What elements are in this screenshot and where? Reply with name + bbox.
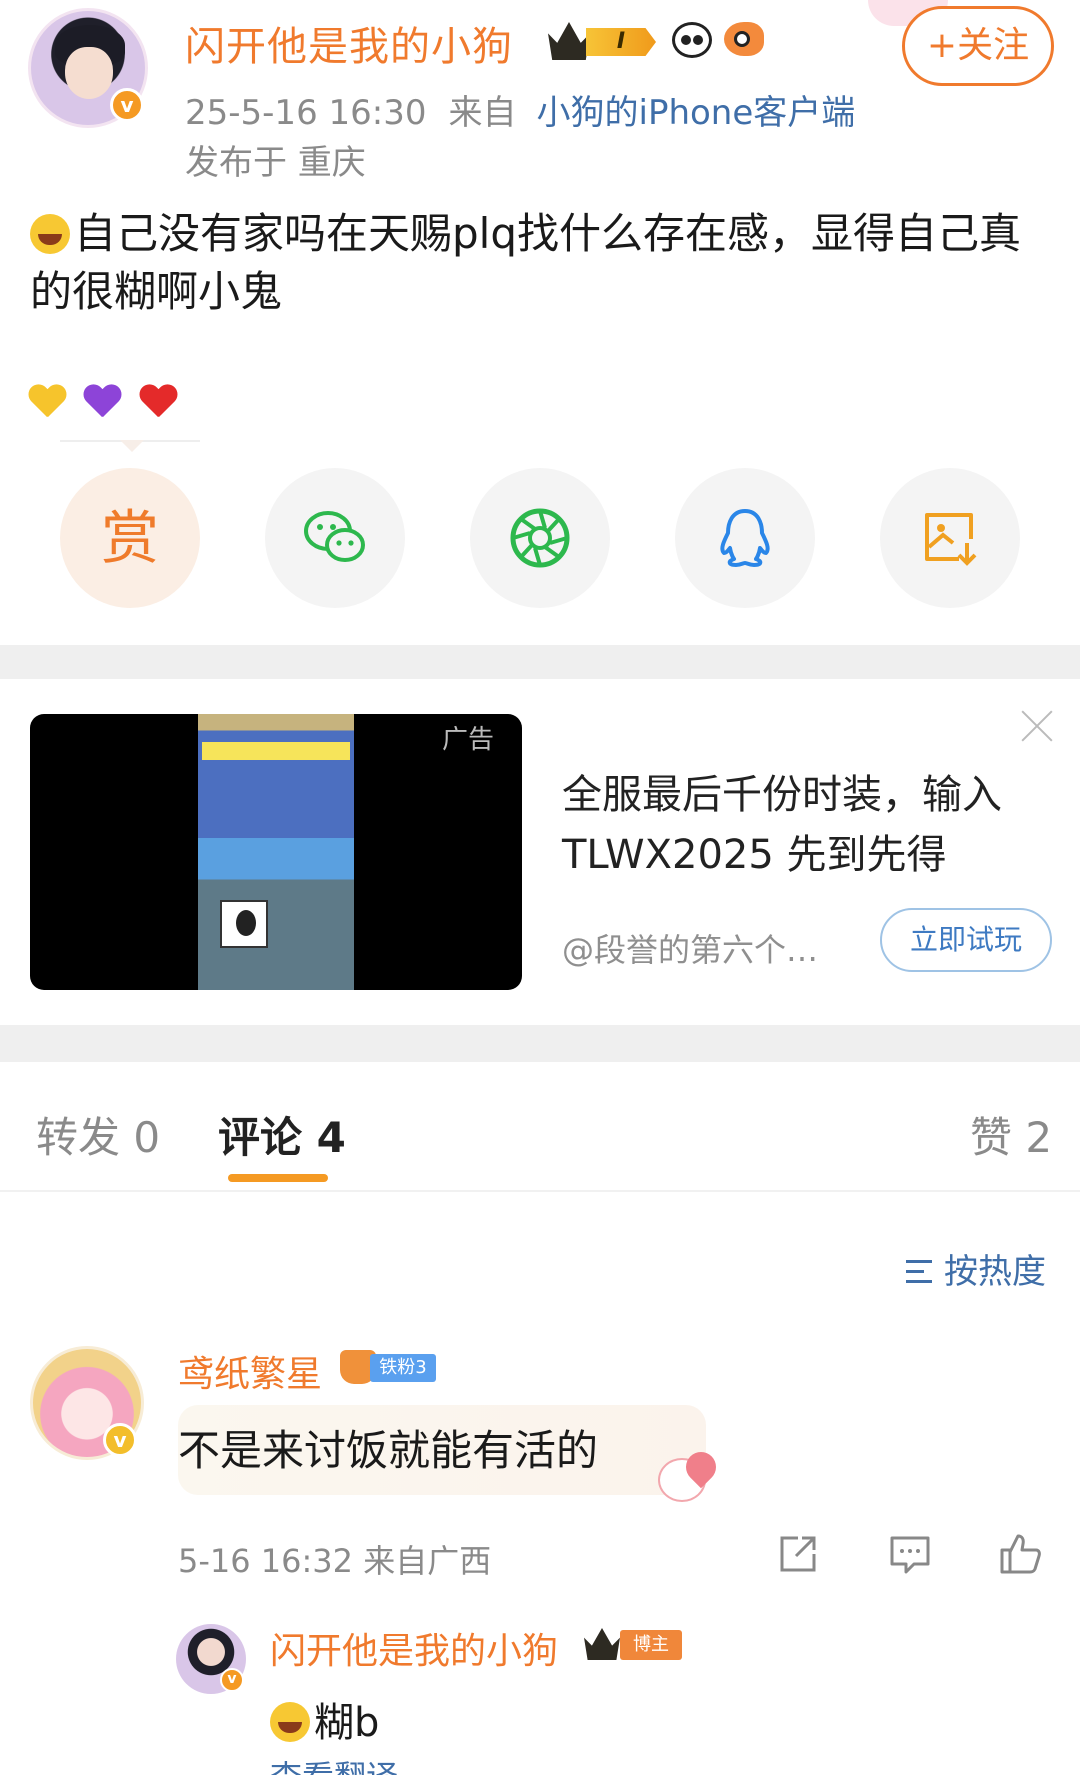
save-image-button[interactable] [880,468,1020,608]
section-divider [0,1025,1080,1062]
purple-heart-icon [83,385,121,419]
crown-icon [548,22,590,60]
verified-badge-icon: v [220,1668,244,1692]
blogger-badge: 博主 [620,1630,682,1660]
active-tab-indicator [228,1174,328,1182]
commenter-avatar[interactable]: v [30,1346,144,1460]
reward-button[interactable]: 赏 [60,468,200,608]
ad-label: 广告 [442,725,495,755]
from-label: 来自 [448,93,517,133]
post-card: v 闪开他是我的小狗 I +关注 25-5-16 16:30 来自 小狗的iPhon… [0,0,1080,645]
tab-likes[interactable]: 赞 2 [970,1104,1052,1165]
post-timestamp: 25-5-16 16:30 [185,93,427,133]
sort-label: 按热度 [944,1252,1046,1292]
yellow-heart-icon [28,385,66,419]
save-image-icon [925,513,977,566]
commenter-username[interactable]: 鸢纸繁星 [178,1345,322,1397]
panda-icon [672,22,712,58]
ad-video-sticker [220,900,268,948]
fan-badge-label: 铁粉3 [370,1354,436,1382]
verified-badge-icon: v [103,1423,137,1457]
reply-author-avatar[interactable]: v [176,1624,246,1694]
share-wechat-button[interactable] [265,468,405,608]
verified-badge-icon: v [110,88,144,122]
reward-pointer [60,440,200,452]
avatar-face [65,47,113,99]
level-badge: I [586,28,656,56]
ad-card[interactable]: 广告 全服最后千份时装，输入TLWX2025 先到先得 @段誉的第六个… 立即试… [0,679,1080,1025]
post-body: 自己没有家吗在天赐plq找什么存在感，显得自己真的很糊啊小鬼 [30,205,1050,321]
ad-try-now-button[interactable]: 立即试玩 [880,908,1052,972]
follow-button[interactable]: +关注 [902,6,1054,86]
heart-emojis [28,385,181,428]
bunny-heart-decoration-icon [648,1450,720,1506]
comment-icon[interactable] [888,1532,932,1576]
close-icon[interactable] [1020,709,1054,743]
sort-by-hot-button[interactable]: 按热度 [906,1244,1046,1293]
interaction-tabs: 转发 0 评论 4 赞 2 [0,1062,1080,1192]
fish-icon [724,22,764,56]
tab-repost[interactable]: 转发 0 [36,1104,160,1165]
comment-text: 不是来讨饭就能有活的 [178,1426,599,1475]
red-heart-icon [139,385,177,419]
share-qq-button[interactable] [675,468,815,608]
reply-author-username[interactable]: 闪开他是我的小狗 [270,1622,558,1674]
post-location: 发布于 重庆 [185,143,366,183]
view-translation-link[interactable]: 查看翻译 [270,1752,398,1775]
author-username[interactable]: 闪开他是我的小狗 [185,14,513,72]
qq-icon [720,509,770,567]
share-moments-button[interactable] [470,468,610,608]
moments-icon [510,508,570,568]
share-icon[interactable] [776,1532,820,1576]
comment-meta: 5-16 16:32 来自广西 [178,1542,492,1580]
ad-video-frame [198,714,354,990]
reply-body: 糊b [270,1690,379,1748]
post-source[interactable]: 小狗的iPhone客户端 [537,93,856,133]
sort-icon [906,1257,938,1287]
ad-video-caption [202,742,350,760]
post-text: 自己没有家吗在天赐plq找什么存在感，显得自己真的很糊啊小鬼 [30,209,1021,316]
crown-icon [584,1628,620,1660]
ad-title[interactable]: 全服最后千份时装，输入TLWX2025 先到先得 [562,765,1032,885]
laughing-emoji-icon [270,1702,310,1742]
section-divider [0,645,1080,679]
reply-text: 糊b [314,1700,380,1746]
wechat-icon [304,511,365,562]
vip-crown-badge[interactable]: I [548,22,658,60]
like-icon[interactable] [998,1532,1042,1576]
ad-advertiser[interactable]: @段誉的第六个… [562,925,818,971]
laughing-emoji-icon [30,214,70,254]
tab-comments[interactable]: 评论 4 [218,1104,346,1165]
post-meta: 25-5-16 16:30 来自 小狗的iPhone客户端 [185,85,855,134]
share-row: 赏 [0,468,1080,608]
